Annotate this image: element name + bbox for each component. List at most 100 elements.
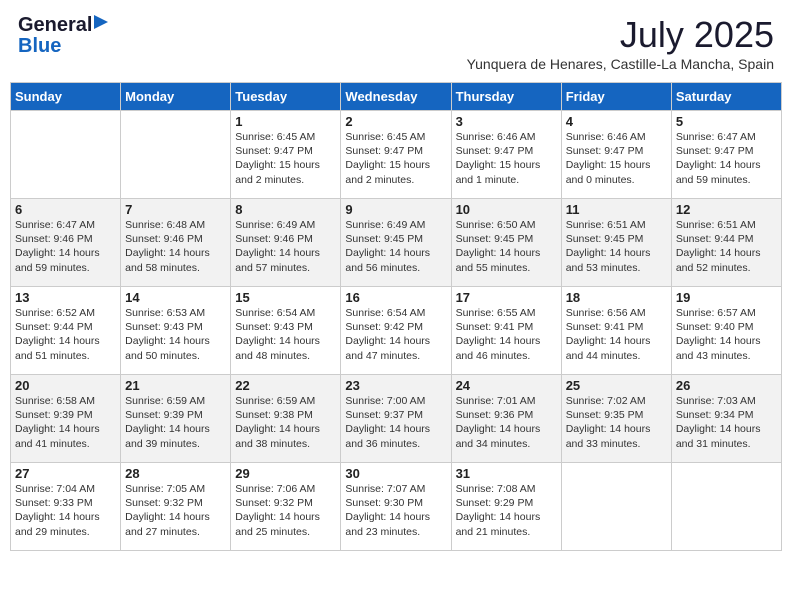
calendar-day-cell: 17 Sunrise: 6:55 AM Sunset: 9:41 PM Dayl… xyxy=(451,287,561,375)
daylight-text: Daylight: 14 hours and 53 minutes. xyxy=(566,247,651,273)
day-info: Sunrise: 6:52 AM Sunset: 9:44 PM Dayligh… xyxy=(15,306,116,363)
day-info: Sunrise: 6:45 AM Sunset: 9:47 PM Dayligh… xyxy=(345,130,446,187)
calendar-day-cell: 15 Sunrise: 6:54 AM Sunset: 9:43 PM Dayl… xyxy=(231,287,341,375)
calendar-day-cell xyxy=(561,463,671,551)
day-info: Sunrise: 6:46 AM Sunset: 9:47 PM Dayligh… xyxy=(566,130,667,187)
daylight-text: Daylight: 14 hours and 47 minutes. xyxy=(345,335,430,361)
weekday-header-tuesday: Tuesday xyxy=(231,83,341,111)
weekday-header-wednesday: Wednesday xyxy=(341,83,451,111)
location: Yunquera de Henares, Castille-La Mancha,… xyxy=(467,56,774,72)
sunrise-text: Sunrise: 6:58 AM xyxy=(15,395,95,407)
day-info: Sunrise: 6:54 AM Sunset: 9:42 PM Dayligh… xyxy=(345,306,446,363)
day-number: 5 xyxy=(676,114,777,129)
sunrise-text: Sunrise: 6:57 AM xyxy=(676,307,756,319)
sunrise-text: Sunrise: 6:49 AM xyxy=(235,219,315,231)
sunrise-text: Sunrise: 6:48 AM xyxy=(125,219,205,231)
calendar-day-cell: 23 Sunrise: 7:00 AM Sunset: 9:37 PM Dayl… xyxy=(341,375,451,463)
day-info: Sunrise: 6:48 AM Sunset: 9:46 PM Dayligh… xyxy=(125,218,226,275)
day-info: Sunrise: 7:03 AM Sunset: 9:34 PM Dayligh… xyxy=(676,394,777,451)
sunrise-text: Sunrise: 6:53 AM xyxy=(125,307,205,319)
day-number: 18 xyxy=(566,290,667,305)
weekday-header-saturday: Saturday xyxy=(671,83,781,111)
day-number: 8 xyxy=(235,202,336,217)
calendar-day-cell: 10 Sunrise: 6:50 AM Sunset: 9:45 PM Dayl… xyxy=(451,199,561,287)
daylight-text: Daylight: 14 hours and 43 minutes. xyxy=(676,335,761,361)
calendar-week-4: 20 Sunrise: 6:58 AM Sunset: 9:39 PM Dayl… xyxy=(11,375,782,463)
daylight-text: Daylight: 15 hours and 1 minute. xyxy=(456,159,541,185)
month-year: July 2025 xyxy=(467,14,774,56)
sunset-text: Sunset: 9:32 PM xyxy=(235,497,313,509)
sunset-text: Sunset: 9:32 PM xyxy=(125,497,203,509)
calendar: SundayMondayTuesdayWednesdayThursdayFrid… xyxy=(10,82,782,551)
daylight-text: Daylight: 14 hours and 57 minutes. xyxy=(235,247,320,273)
sunrise-text: Sunrise: 7:08 AM xyxy=(456,483,536,495)
day-number: 11 xyxy=(566,202,667,217)
daylight-text: Daylight: 14 hours and 27 minutes. xyxy=(125,511,210,537)
calendar-day-cell: 22 Sunrise: 6:59 AM Sunset: 9:38 PM Dayl… xyxy=(231,375,341,463)
day-number: 13 xyxy=(15,290,116,305)
sunrise-text: Sunrise: 7:05 AM xyxy=(125,483,205,495)
calendar-day-cell: 20 Sunrise: 6:58 AM Sunset: 9:39 PM Dayl… xyxy=(11,375,121,463)
sunset-text: Sunset: 9:36 PM xyxy=(456,409,534,421)
day-number: 20 xyxy=(15,378,116,393)
day-info: Sunrise: 6:51 AM Sunset: 9:44 PM Dayligh… xyxy=(676,218,777,275)
day-info: Sunrise: 7:06 AM Sunset: 9:32 PM Dayligh… xyxy=(235,482,336,539)
calendar-day-cell: 27 Sunrise: 7:04 AM Sunset: 9:33 PM Dayl… xyxy=(11,463,121,551)
daylight-text: Daylight: 14 hours and 36 minutes. xyxy=(345,423,430,449)
day-number: 6 xyxy=(15,202,116,217)
daylight-text: Daylight: 15 hours and 0 minutes. xyxy=(566,159,651,185)
calendar-week-1: 1 Sunrise: 6:45 AM Sunset: 9:47 PM Dayli… xyxy=(11,111,782,199)
day-info: Sunrise: 7:02 AM Sunset: 9:35 PM Dayligh… xyxy=(566,394,667,451)
sunrise-text: Sunrise: 6:46 AM xyxy=(456,131,536,143)
calendar-day-cell: 13 Sunrise: 6:52 AM Sunset: 9:44 PM Dayl… xyxy=(11,287,121,375)
day-info: Sunrise: 6:51 AM Sunset: 9:45 PM Dayligh… xyxy=(566,218,667,275)
calendar-day-cell: 26 Sunrise: 7:03 AM Sunset: 9:34 PM Dayl… xyxy=(671,375,781,463)
day-info: Sunrise: 6:55 AM Sunset: 9:41 PM Dayligh… xyxy=(456,306,557,363)
day-number: 29 xyxy=(235,466,336,481)
sunrise-text: Sunrise: 6:59 AM xyxy=(235,395,315,407)
daylight-text: Daylight: 14 hours and 44 minutes. xyxy=(566,335,651,361)
calendar-day-cell: 16 Sunrise: 6:54 AM Sunset: 9:42 PM Dayl… xyxy=(341,287,451,375)
calendar-week-3: 13 Sunrise: 6:52 AM Sunset: 9:44 PM Dayl… xyxy=(11,287,782,375)
day-number: 7 xyxy=(125,202,226,217)
logo-blue: Blue xyxy=(18,35,61,58)
sunrise-text: Sunrise: 7:01 AM xyxy=(456,395,536,407)
sunrise-text: Sunrise: 6:49 AM xyxy=(345,219,425,231)
day-number: 15 xyxy=(235,290,336,305)
sunset-text: Sunset: 9:45 PM xyxy=(566,233,644,245)
sunset-text: Sunset: 9:40 PM xyxy=(676,321,754,333)
daylight-text: Daylight: 14 hours and 41 minutes. xyxy=(15,423,100,449)
daylight-text: Daylight: 14 hours and 59 minutes. xyxy=(15,247,100,273)
sunset-text: Sunset: 9:46 PM xyxy=(235,233,313,245)
daylight-text: Daylight: 15 hours and 2 minutes. xyxy=(235,159,320,185)
sunrise-text: Sunrise: 6:56 AM xyxy=(566,307,646,319)
sunset-text: Sunset: 9:41 PM xyxy=(566,321,644,333)
sunset-text: Sunset: 9:37 PM xyxy=(345,409,423,421)
day-info: Sunrise: 6:58 AM Sunset: 9:39 PM Dayligh… xyxy=(15,394,116,451)
sunset-text: Sunset: 9:39 PM xyxy=(125,409,203,421)
sunset-text: Sunset: 9:35 PM xyxy=(566,409,644,421)
day-info: Sunrise: 7:07 AM Sunset: 9:30 PM Dayligh… xyxy=(345,482,446,539)
sunrise-text: Sunrise: 6:47 AM xyxy=(676,131,756,143)
weekday-header-sunday: Sunday xyxy=(11,83,121,111)
sunset-text: Sunset: 9:38 PM xyxy=(235,409,313,421)
day-info: Sunrise: 6:59 AM Sunset: 9:38 PM Dayligh… xyxy=(235,394,336,451)
day-number: 16 xyxy=(345,290,446,305)
sunrise-text: Sunrise: 7:00 AM xyxy=(345,395,425,407)
daylight-text: Daylight: 14 hours and 50 minutes. xyxy=(125,335,210,361)
sunset-text: Sunset: 9:46 PM xyxy=(125,233,203,245)
day-number: 14 xyxy=(125,290,226,305)
day-number: 12 xyxy=(676,202,777,217)
calendar-week-5: 27 Sunrise: 7:04 AM Sunset: 9:33 PM Dayl… xyxy=(11,463,782,551)
day-number: 19 xyxy=(676,290,777,305)
sunset-text: Sunset: 9:47 PM xyxy=(566,145,644,157)
daylight-text: Daylight: 14 hours and 29 minutes. xyxy=(15,511,100,537)
sunrise-text: Sunrise: 6:50 AM xyxy=(456,219,536,231)
sunrise-text: Sunrise: 6:59 AM xyxy=(125,395,205,407)
sunrise-text: Sunrise: 6:55 AM xyxy=(456,307,536,319)
day-number: 3 xyxy=(456,114,557,129)
sunset-text: Sunset: 9:42 PM xyxy=(345,321,423,333)
calendar-day-cell: 7 Sunrise: 6:48 AM Sunset: 9:46 PM Dayli… xyxy=(121,199,231,287)
sunrise-text: Sunrise: 6:45 AM xyxy=(345,131,425,143)
sunset-text: Sunset: 9:43 PM xyxy=(125,321,203,333)
